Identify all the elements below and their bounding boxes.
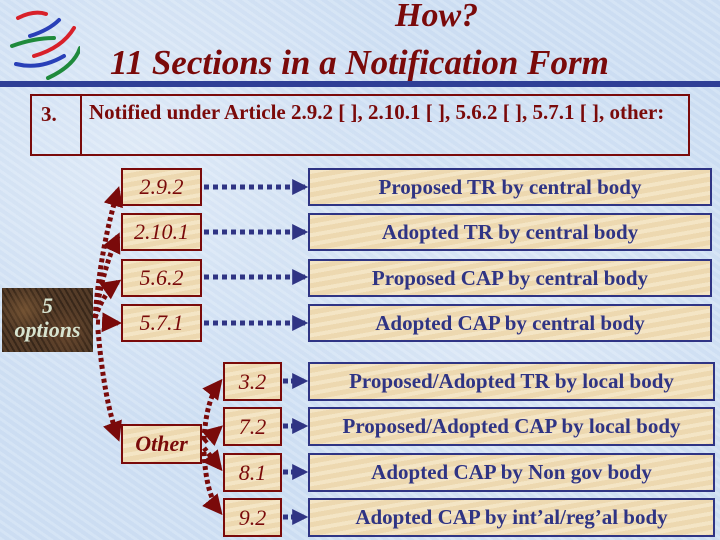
code-box: 8.1 [223,453,282,492]
code-box: 5.6.2 [121,259,202,297]
options-label: options [14,317,81,342]
code-box: 5.7.1 [121,304,202,342]
description-box: Proposed/Adopted TR by local body [308,362,715,401]
description-box: Adopted CAP by int’al/reg’al body [308,498,715,537]
arrow-options-to-other [95,329,122,442]
options-count: 5 [42,293,53,318]
arrow-other-to-8.1 [202,446,223,472]
arrow-options-to-2.10.1 [92,232,121,319]
description-box: Adopted TR by central body [308,213,712,251]
options-box: 5 options [2,288,93,352]
description-box: Adopted CAP by central body [308,304,712,342]
description-box: Proposed TR by central body [308,168,712,206]
code-box: 7.2 [223,407,282,446]
code-box: 9.2 [223,498,282,537]
arrow-options-to-5.7.1 [95,312,122,333]
other-box: Other [121,424,202,464]
code-box: 3.2 [223,362,282,401]
description-box: Proposed/Adopted CAP by local body [308,407,715,446]
description-box: Adopted CAP by Non gov body [308,453,715,492]
code-box: 2.10.1 [121,213,202,251]
code-box: 2.9.2 [121,168,202,206]
arrow-options-to-2.9.2 [92,186,123,319]
description-box: Proposed CAP by central body [308,259,712,297]
